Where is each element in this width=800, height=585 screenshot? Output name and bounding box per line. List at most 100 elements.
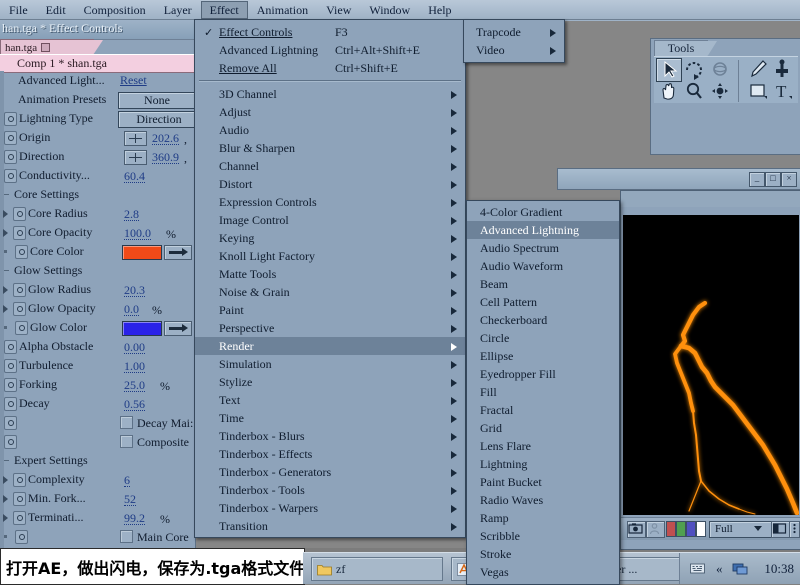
stopwatch-icon[interactable] xyxy=(13,301,26,316)
selection-tool[interactable] xyxy=(656,58,682,82)
glow-opacity-value[interactable]: 0.0 xyxy=(124,303,139,316)
property-core-opacity[interactable]: Core Opacity 100.0 % xyxy=(0,223,195,242)
menu-item-noise-grain[interactable]: Noise & Grain xyxy=(195,283,465,301)
shape-tool[interactable] xyxy=(746,80,770,102)
tray-expand-button[interactable]: « xyxy=(716,561,723,577)
twirl-icon[interactable] xyxy=(3,304,8,313)
property-direction[interactable]: Direction 360.9 , xyxy=(0,147,195,166)
green-channel-button[interactable] xyxy=(676,521,686,537)
property-core-radius[interactable]: Core Radius 2.8 xyxy=(0,204,195,223)
menu-item-transition[interactable]: Transition xyxy=(195,517,465,535)
region-of-interest-icon[interactable] xyxy=(771,521,790,538)
alpha-obstacle-value[interactable]: 0.00 xyxy=(124,341,145,354)
render-item-audio-spectrum[interactable]: Audio Spectrum xyxy=(467,239,619,257)
menu-item-render[interactable]: Render xyxy=(195,337,465,355)
composite-checkbox[interactable] xyxy=(120,435,133,448)
render-item-ramp[interactable]: Ramp xyxy=(467,509,619,527)
stopwatch-icon[interactable] xyxy=(4,111,17,126)
stopwatch-icon[interactable] xyxy=(4,149,17,164)
menu-item-time[interactable]: Time xyxy=(195,409,465,427)
menu-item-simulation[interactable]: Simulation xyxy=(195,355,465,373)
turbulence-value[interactable]: 1.00 xyxy=(124,360,145,373)
glow-radius-value[interactable]: 20.3 xyxy=(124,284,145,297)
menu-item-expression-controls[interactable]: Expression Controls xyxy=(195,193,465,211)
property-forking[interactable]: Forking 25.0 % xyxy=(0,375,195,394)
stopwatch-icon[interactable] xyxy=(4,415,17,430)
property-composite[interactable]: Composite xyxy=(0,432,195,451)
render-item-lightning[interactable]: Lightning xyxy=(467,455,619,473)
direction-point-picker[interactable] xyxy=(124,150,147,165)
menu-file[interactable]: File xyxy=(0,1,37,19)
core-color-swatch[interactable] xyxy=(122,245,162,260)
twirl-icon[interactable] xyxy=(3,494,8,503)
menu-edit[interactable]: Edit xyxy=(37,1,75,19)
stopwatch-icon[interactable] xyxy=(4,339,17,354)
menu-window[interactable]: Window xyxy=(360,1,419,19)
menu-item-adjust[interactable]: Adjust xyxy=(195,103,465,121)
twirl-icon[interactable] xyxy=(3,209,8,218)
menu-item-distort[interactable]: Distort xyxy=(195,175,465,193)
twirl-icon[interactable] xyxy=(3,228,8,237)
stopwatch-icon[interactable] xyxy=(4,434,17,449)
show-snapshot-icon[interactable] xyxy=(646,521,665,538)
keyboard-language-icon[interactable] xyxy=(690,561,705,575)
forking-value[interactable]: 25.0 xyxy=(124,379,145,392)
stopwatch-icon[interactable] xyxy=(13,282,26,297)
stopwatch-icon[interactable] xyxy=(13,510,26,525)
property-decay-main-core[interactable]: Decay Mai: xyxy=(0,413,195,432)
menu-item-stylize[interactable]: Stylize xyxy=(195,373,465,391)
resolution-dropdown[interactable]: Full xyxy=(709,521,774,538)
group-glow-settings[interactable]: Glow Settings xyxy=(0,261,195,280)
stopwatch-icon[interactable] xyxy=(4,168,17,183)
viewer-options-icon[interactable] xyxy=(789,521,800,538)
core-color-eyedropper-icon[interactable] xyxy=(164,245,192,260)
property-termination[interactable]: Terminati... 99.2 % xyxy=(0,508,195,527)
glow-color-eyedropper-icon[interactable] xyxy=(164,321,192,336)
property-decay[interactable]: Decay 0.56 xyxy=(0,394,195,413)
core-radius-value[interactable]: 2.8 xyxy=(124,208,139,221)
menu-item-channel[interactable]: Channel xyxy=(195,157,465,175)
chevron-down-icon[interactable] xyxy=(754,526,762,531)
clone-stamp-tool[interactable] xyxy=(770,58,794,80)
property-main-core-collision[interactable]: Main Core xyxy=(0,527,195,546)
rotation-tool[interactable] xyxy=(682,58,706,80)
menu-item-audio[interactable]: Audio xyxy=(195,121,465,139)
property-min-forks[interactable]: Min. Fork... 52 xyxy=(0,489,195,508)
red-channel-button[interactable] xyxy=(666,521,676,537)
twirl-icon[interactable] xyxy=(3,475,8,484)
property-alpha-obstacle[interactable]: Alpha Obstacle 0.00 xyxy=(0,337,195,356)
menu-composition[interactable]: Composition xyxy=(75,1,155,19)
tab-close-icon[interactable] xyxy=(41,43,51,52)
property-turbulence[interactable]: Turbulence 1.00 xyxy=(0,356,195,375)
tools-panel-tab[interactable]: Tools xyxy=(654,40,717,57)
taskbar-button-zf[interactable]: zf xyxy=(311,557,443,581)
maximize-button[interactable]: □ xyxy=(765,172,781,187)
effect-controls-tabrow[interactable]: han.tga * Effect Controls xyxy=(0,19,195,40)
property-glow-color[interactable]: Glow Color xyxy=(0,318,195,337)
render-item-ellipse[interactable]: Ellipse xyxy=(467,347,619,365)
layer-tab[interactable]: han.tga xyxy=(0,39,103,55)
blue-channel-button[interactable] xyxy=(686,521,696,537)
origin-point-picker[interactable] xyxy=(124,131,147,146)
effect-header-row[interactable]: Advanced Light... Reset xyxy=(0,71,195,90)
complexity-value[interactable]: 6 xyxy=(124,474,130,487)
minimize-button[interactable]: _ xyxy=(749,172,765,187)
menu-item-3d-channel[interactable]: 3D Channel xyxy=(195,85,465,103)
pan-behind-tool[interactable] xyxy=(708,80,732,102)
property-glow-radius[interactable]: Glow Radius 20.3 xyxy=(0,280,195,299)
lightning-type-dropdown[interactable]: Direction xyxy=(118,111,195,128)
network-icon[interactable] xyxy=(732,561,749,575)
group-expert-settings[interactable]: Expert Settings xyxy=(0,451,195,470)
stopwatch-icon[interactable] xyxy=(13,491,26,506)
menu-item-remove-all[interactable]: Remove All Ctrl+Shift+E xyxy=(195,59,465,77)
render-item-audio-waveform[interactable]: Audio Waveform xyxy=(467,257,619,275)
menu-item-tinderbox-warpers[interactable]: Tinderbox - Warpers xyxy=(195,499,465,517)
composition-canvas[interactable] xyxy=(623,215,799,515)
menu-item-tinderbox-tools[interactable]: Tinderbox - Tools xyxy=(195,481,465,499)
render-item-4-color-gradient[interactable]: 4-Color Gradient xyxy=(467,203,619,221)
menu-item-knoll-light-factory[interactable]: Knoll Light Factory xyxy=(195,247,465,265)
alpha-channel-button[interactable] xyxy=(696,521,706,537)
render-item-fractal[interactable]: Fractal xyxy=(467,401,619,419)
stopwatch-icon[interactable] xyxy=(4,396,17,411)
render-item-checkerboard[interactable]: Checkerboard xyxy=(467,311,619,329)
